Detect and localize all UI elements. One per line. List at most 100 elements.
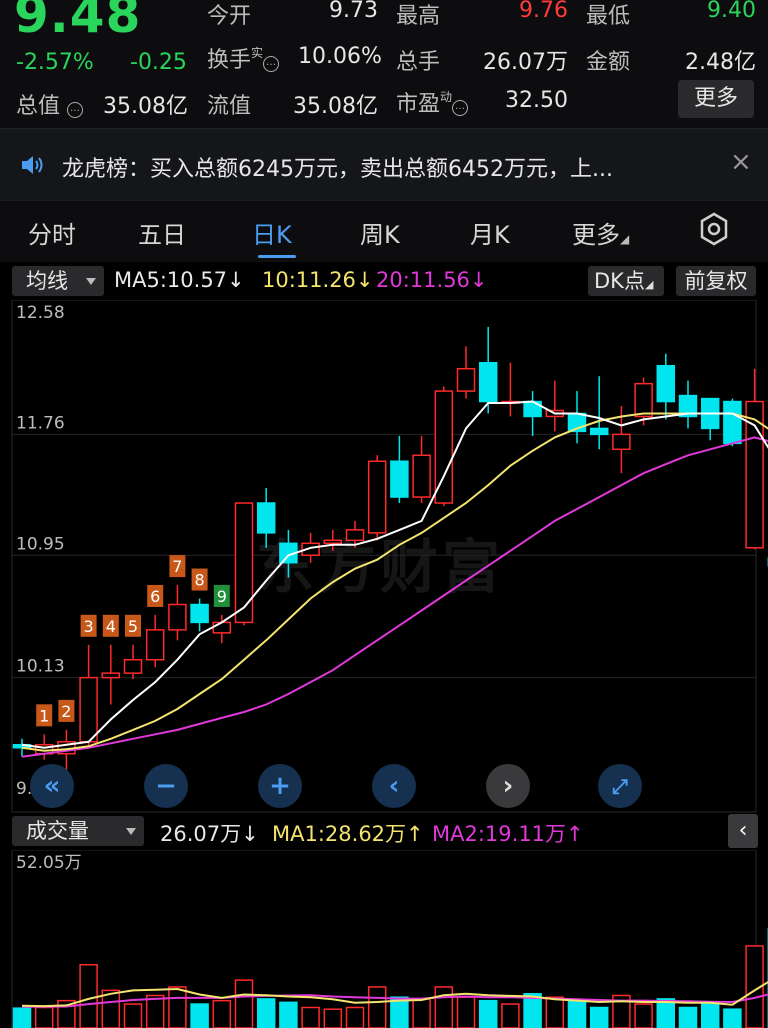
candle-body [723, 400, 742, 445]
volume-dropdown[interactable]: 成交量 [12, 816, 144, 846]
volume-legend: 26.07万↓ [160, 822, 259, 846]
turnover-value: 10.06% [298, 44, 382, 69]
signal-label: 9 [217, 587, 227, 606]
dk-point-button[interactable]: DK点◢ [588, 266, 664, 296]
turnover-label-text: 换手 [207, 48, 252, 73]
info-icon: … [263, 56, 280, 72]
tab-daily-k[interactable]: 日K [252, 215, 292, 250]
zoom-in-icon[interactable]: + [258, 764, 302, 808]
candle-body [456, 367, 476, 392]
volume-bar [279, 1001, 298, 1028]
amount-label: 金额 [586, 50, 631, 75]
total-cap-label-text: 总值 [16, 94, 61, 119]
candle-body [656, 364, 676, 403]
ma20-legend: 20:11.56↓ [376, 268, 488, 292]
volume-bar [34, 1006, 54, 1028]
volume-bar [168, 986, 187, 1028]
signal-label: 7 [172, 557, 182, 576]
volume-bar [567, 999, 587, 1028]
candle-body [79, 676, 98, 743]
candle-body [190, 603, 209, 624]
tab-monthly-k[interactable]: 月K [470, 215, 510, 250]
ma10-legend: 10:11.26↓ [262, 268, 374, 292]
signal-label: 8 [195, 571, 205, 590]
vol-ma2-legend: MA2:19.11万↑ [432, 822, 584, 846]
y-tick-label: 10.13 [16, 657, 65, 677]
candle-body [123, 658, 143, 674]
zoom-out-icon[interactable]: − [144, 764, 188, 808]
volume-bar [345, 1006, 365, 1028]
volume-value: 26.07万 [483, 50, 568, 75]
chart-toolbar: 均线 MA5:10.57↓ 10:11.26↓ 20:11.56↓ DK点◢ 前… [0, 262, 768, 300]
fullscreen-icon[interactable]: ⤢ [598, 764, 642, 808]
candle-body [345, 529, 365, 542]
quote-header: 9.48 -2.57% -0.25 今开 9.73 最高 9.76 最低 9.4… [0, 0, 768, 128]
volume-bar [589, 1006, 609, 1028]
volume-bar [301, 1006, 320, 1028]
tab-weekly-k[interactable]: 周K [360, 215, 400, 250]
left-icon[interactable]: ‹ [372, 764, 416, 808]
close-icon[interactable]: × [730, 147, 752, 177]
volume-bar [456, 996, 476, 1028]
pe-sup: 动 [440, 90, 453, 104]
signal-label: 1 [39, 706, 49, 725]
tab-more[interactable]: 更多◢ [572, 215, 629, 250]
pe-value: 32.50 [505, 88, 568, 113]
candle-body [145, 629, 165, 661]
corner-caret-icon: ◢ [620, 232, 630, 246]
pe-label-text: 市盈 [396, 92, 441, 117]
volume-bar [434, 986, 454, 1028]
ma5-line [21, 400, 768, 749]
candle-body [367, 460, 387, 534]
turnover-label[interactable]: 换手实… [207, 42, 280, 74]
dragon-tiger-notice[interactable]: 龙虎榜：买入总额6245万元，卖出总额6452万元，上... × [0, 128, 768, 200]
pe-label[interactable]: 市盈动… [396, 86, 469, 118]
info-icon: … [452, 100, 469, 116]
tab-more-label: 更多 [572, 221, 620, 249]
indicator-dropdown[interactable]: 均线 [12, 266, 104, 296]
gear-icon[interactable] [697, 212, 731, 246]
total-cap-label[interactable]: 总值 … [16, 88, 84, 120]
volume-bar [723, 1008, 742, 1028]
corner-caret-icon: ◢ [644, 278, 654, 291]
volume-bar [123, 1003, 143, 1028]
candle-body [589, 427, 609, 436]
volume-bar [234, 979, 254, 1028]
volume-dropdown-label: 成交量 [26, 819, 89, 843]
collapse-icon[interactable]: ‹ [728, 814, 758, 848]
period-tabs: 分时 五日 日K 周K 月K 更多◢ [0, 200, 768, 262]
y-tick-label: 10.95 [16, 534, 65, 554]
volume-bar [545, 996, 565, 1028]
double-left-icon[interactable]: « [30, 764, 74, 808]
candle-body [412, 454, 431, 498]
volume-bar [501, 1003, 520, 1028]
right-icon[interactable]: › [486, 764, 530, 808]
caret-down-icon [86, 278, 96, 285]
signal-label: 2 [61, 702, 71, 721]
current-price: 9.48 [14, 0, 142, 44]
volume-bar [323, 1008, 343, 1028]
adjust-button[interactable]: 前复权 [676, 266, 756, 296]
active-tab-indicator [258, 255, 296, 258]
volume-bar [678, 1006, 698, 1028]
ma5-legend: MA5:10.57↓ [114, 268, 245, 292]
candle-body [634, 382, 653, 418]
float-cap-value: 35.08亿 [293, 94, 378, 119]
tab-intraday[interactable]: 分时 [28, 215, 76, 250]
tab-five-day[interactable]: 五日 [138, 215, 186, 250]
volume-bar [412, 998, 431, 1028]
volume-chart[interactable]: 52.05万 [0, 850, 768, 1028]
volume-bar [367, 986, 387, 1028]
notice-text: 龙虎榜：买入总额6245万元，卖出总额6452万元，上... [62, 157, 613, 182]
candle-body [168, 603, 187, 631]
high-value: 9.76 [519, 0, 568, 23]
volume-bar [190, 1003, 209, 1028]
volume-bar [656, 998, 676, 1028]
candle-body [212, 621, 232, 634]
more-button[interactable]: 更多 [678, 80, 754, 118]
signal-label: 4 [106, 617, 116, 636]
volume-bar [212, 999, 232, 1028]
signal-label: 6 [150, 587, 160, 606]
kline-chart[interactable]: 12.5811.7610.9510.139.31123456789 [0, 300, 768, 814]
candle-body [101, 672, 121, 679]
